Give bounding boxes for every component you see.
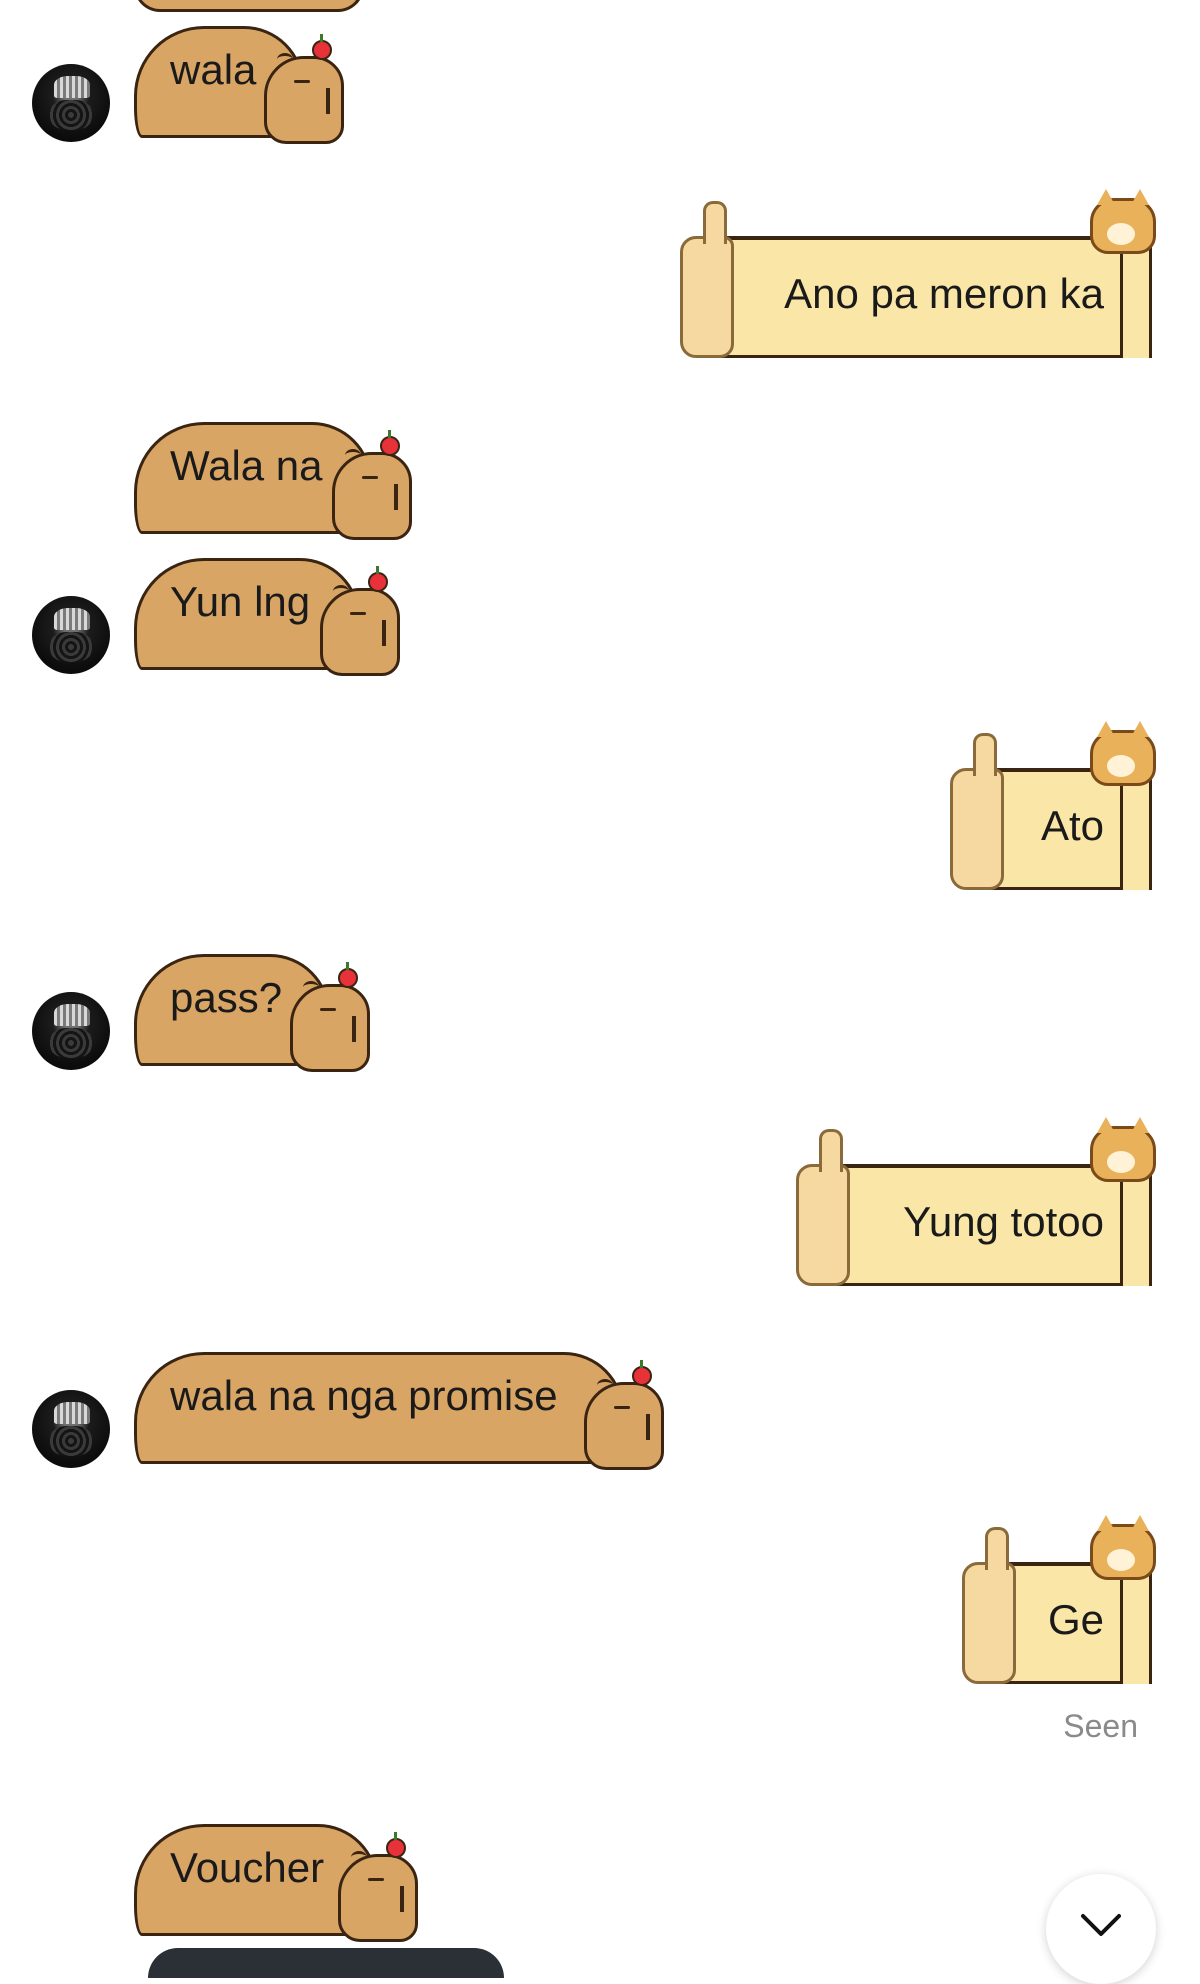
avatar[interactable] [32,64,110,142]
message-text: wala [170,46,257,93]
capybara-nose-icon [400,1886,404,1912]
doge-paw-icon [962,1527,1016,1684]
doge-paw-icon [680,201,734,358]
composer-bar-edge [148,1948,504,1978]
capybara-head-icon [320,585,400,676]
message-text: Ato [1040,802,1104,849]
message-text: pass? [170,974,283,1021]
capybara-head-icon [584,1379,664,1470]
capybara-nose-icon [326,88,330,114]
doge-face-icon [1090,1117,1156,1182]
seen-indicator: Seen [1063,1708,1138,1744]
message-text: Yun lng [170,578,311,625]
message-row: Wala na [0,414,1200,540]
message-row: Ge [0,1515,1200,1686]
doge-paw-icon [950,733,1004,890]
capybara-bubble[interactable]: pass? [134,946,370,1072]
capybara-bubble[interactable]: Voucher [134,1816,418,1942]
capybara-bubble[interactable]: Wala na [134,414,412,540]
doge-sign-bubble[interactable]: Ano pa meron ka [680,189,1170,358]
message-row: Ato [0,721,1200,892]
capybara-nose-icon [352,1016,356,1042]
capybara-head-icon [338,1851,418,1942]
doge-face-icon [1090,189,1156,254]
capybara-eye-icon [294,80,310,83]
message-text: Voucher [170,1844,325,1891]
avatar[interactable] [32,596,110,674]
capybara-eye-icon [362,476,378,479]
capybara-eye-icon [614,1406,630,1409]
message-text: Yung totoo [903,1198,1104,1245]
apple-icon [312,34,332,60]
doge-sign-bubble[interactable]: Yung totoo [796,1117,1170,1286]
avatar[interactable] [32,992,110,1070]
capybara-head-icon [264,53,344,144]
apple-icon [386,1832,406,1858]
capybara-eye-icon [320,1008,336,1011]
avatar[interactable] [32,1390,110,1468]
message-text: Wala na [170,442,323,489]
apple-icon [368,566,388,592]
sign-post [1120,236,1152,358]
doge-sign-bubble[interactable]: Ge [962,1515,1170,1684]
apple-icon [380,430,400,456]
message-row: wala na nga promise [0,1344,1200,1470]
doge-sign-bubble[interactable]: Ato [950,721,1170,890]
message-row: pass? [0,946,1200,1072]
message-text: Ge [1047,1596,1104,1643]
capybara-nose-icon [382,620,386,646]
message-text: Ano pa meron ka [784,270,1104,317]
capybara-nose-icon [646,1414,650,1440]
capybara-eye-icon [350,612,366,615]
chevron-down-icon [1081,1914,1121,1936]
message-row: Yung totoo [0,1117,1200,1288]
message-row: Voucher [0,1816,1200,1942]
sign-post [1120,768,1152,890]
doge-paw-icon [796,1129,850,1286]
message-text: wala na nga promise [170,1372,558,1419]
capybara-bubble[interactable]: wala [134,18,344,144]
message-row: wala [0,18,1200,148]
scroll-to-bottom-button[interactable] [1046,1874,1156,1984]
previous-message-bubble-edge [134,0,364,12]
apple-icon [338,962,358,988]
capybara-head-icon [332,449,412,540]
apple-icon [632,1360,652,1386]
sign-post [1120,1562,1152,1684]
doge-face-icon [1090,1515,1156,1580]
capybara-nose-icon [394,484,398,510]
message-row: Ano pa meron ka [0,189,1200,360]
message-row: Yun lng [0,550,1200,676]
doge-face-icon [1090,721,1156,786]
capybara-head-icon [290,981,370,1072]
capybara-eye-icon [368,1878,384,1881]
capybara-bubble[interactable]: Yun lng [134,550,400,676]
sign-post [1120,1164,1152,1286]
capybara-bubble[interactable]: wala na nga promise [134,1344,664,1470]
